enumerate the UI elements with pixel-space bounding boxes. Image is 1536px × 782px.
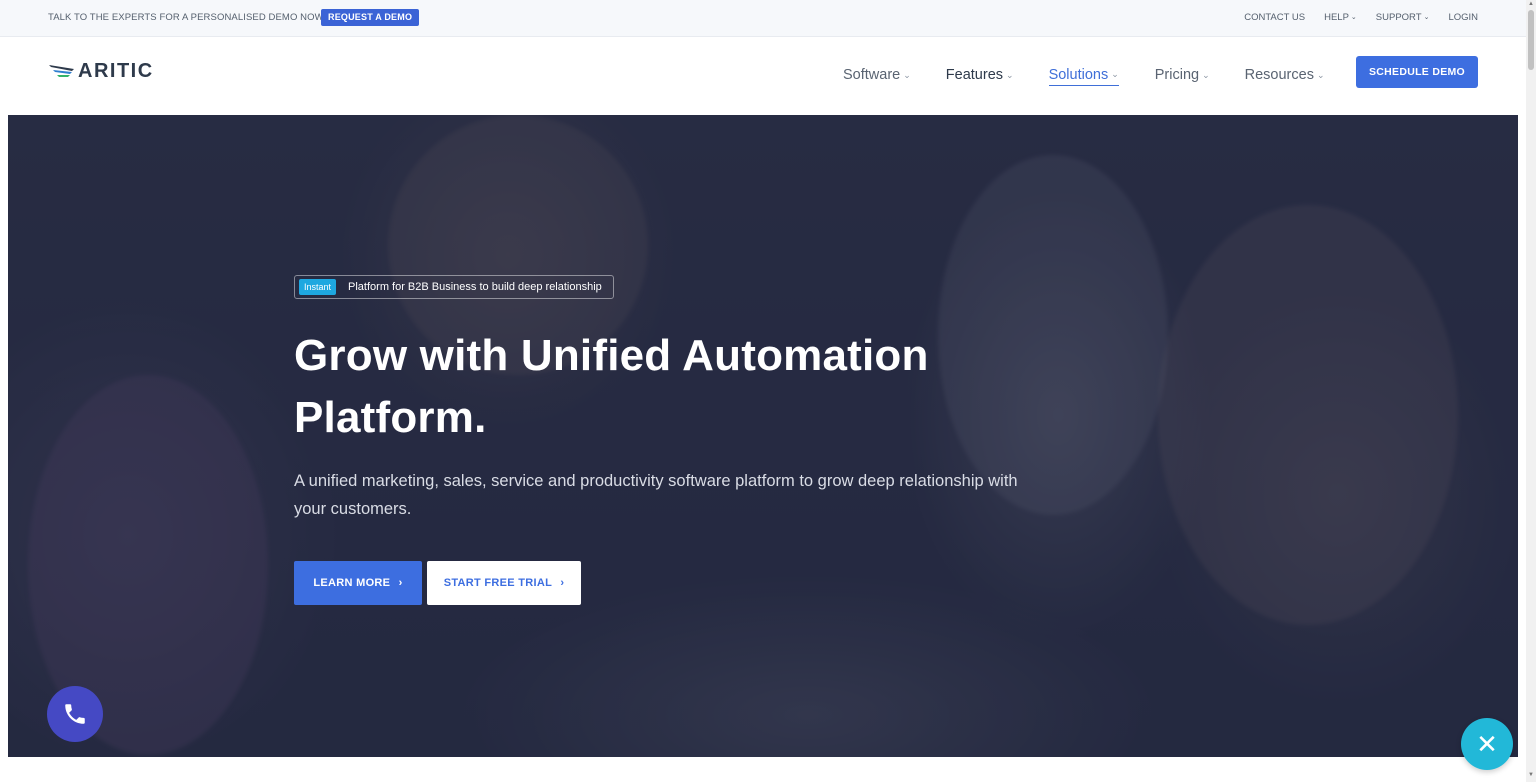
scroll-down-icon[interactable]: ▼ xyxy=(1528,772,1534,778)
hero-section: Instant Platform for B2B Business to bui… xyxy=(8,115,1518,757)
nav-item-features[interactable]: Features ⌄ xyxy=(946,64,1014,86)
chevron-down-icon: ⌄ xyxy=(903,69,911,80)
nav-item-solutions[interactable]: Solutions ⌄ xyxy=(1048,64,1119,86)
chevron-down-icon: ⌄ xyxy=(1316,69,1325,80)
hero-background-figure xyxy=(1158,205,1458,625)
utility-links: CONTACT US HELP ⌄ SUPPORT ⌄ LOGIN xyxy=(1244,12,1478,23)
nav-label: Resources xyxy=(1244,67,1314,83)
main-navbar: ARITIC Software ⌄ Features ⌄ Solutions ⌄ Pr… xyxy=(0,37,1536,115)
chevron-down-icon: ⌄ xyxy=(1350,14,1357,21)
logo[interactable]: ARITIC xyxy=(48,60,154,83)
chat-close-button[interactable]: ✕ xyxy=(1461,718,1513,770)
chevron-right-icon: › xyxy=(398,577,403,589)
chevron-down-icon: ⌄ xyxy=(1202,69,1210,80)
logo-wing-icon xyxy=(48,61,76,83)
chevron-right-icon: › xyxy=(560,577,565,589)
hero-title: Grow with Unified Automation Platform. xyxy=(294,325,1014,449)
hero-title-line: Platform. xyxy=(294,393,487,442)
button-label: START FREE TRIAL xyxy=(443,577,552,589)
button-label: LEARN MORE xyxy=(313,577,391,589)
schedule-demo-button[interactable]: SCHEDULE DEMO xyxy=(1356,56,1478,88)
login-link[interactable]: LOGIN xyxy=(1448,12,1478,23)
nav-item-software[interactable]: Software ⌄ xyxy=(843,64,911,86)
help-label: HELP xyxy=(1324,12,1349,23)
support-label: SUPPORT xyxy=(1375,12,1422,23)
phone-icon xyxy=(65,704,85,724)
chevron-down-icon: ⌄ xyxy=(1423,14,1430,21)
chevron-down-icon: ⌄ xyxy=(1111,69,1119,79)
nav-label: Features xyxy=(945,67,1004,83)
instant-badge: Instant xyxy=(299,279,337,295)
scrollbar-thumb[interactable] xyxy=(1528,10,1534,70)
support-menu[interactable]: SUPPORT ⌄ xyxy=(1376,12,1430,23)
scroll-up-icon[interactable]: ▲ xyxy=(1528,1,1534,7)
nav-item-pricing[interactable]: Pricing ⌄ xyxy=(1155,64,1210,86)
start-free-trial-button[interactable]: START FREE TRIAL › xyxy=(427,561,581,605)
hero-subtitle: A unified marketing, sales, service and … xyxy=(294,472,1018,518)
hero-actions: LEARN MORE › START FREE TRIAL › xyxy=(294,561,1034,605)
nav-label: Software xyxy=(843,67,901,83)
hero-content: Instant Platform for B2B Business to bui… xyxy=(294,275,1034,605)
logo-wordmark: ARITIC xyxy=(78,60,154,82)
request-demo-button[interactable]: REQUEST A DEMO xyxy=(321,9,420,26)
utility-bar: TALK TO THE EXPERTS FOR A PERSONALISED D… xyxy=(0,0,1536,37)
learn-more-button[interactable]: LEARN MORE › xyxy=(294,561,422,605)
help-menu[interactable]: HELP ⌄ xyxy=(1324,12,1357,23)
page-scrollbar[interactable]: ▲ ▼ xyxy=(1526,0,1536,782)
promo-text: TALK TO THE EXPERTS FOR A PERSONALISED D… xyxy=(48,12,327,23)
primary-nav: Software ⌄ Features ⌄ Solutions ⌄ Pricing ⌄ … xyxy=(843,64,1325,86)
tagline-pill: Instant Platform for B2B Business to bui… xyxy=(294,275,614,299)
chevron-down-icon: ⌄ xyxy=(1006,69,1014,80)
nav-label: Solutions xyxy=(1048,66,1109,83)
nav-label: Pricing xyxy=(1154,67,1200,83)
tagline-text: Platform for B2B Business to build deep … xyxy=(348,281,602,293)
close-icon: ✕ xyxy=(1476,728,1498,759)
hero-title-line: Grow with Unified Automation xyxy=(294,331,929,380)
nav-item-resources[interactable]: Resources ⌄ xyxy=(1245,64,1325,86)
call-button[interactable] xyxy=(47,686,103,742)
contact-us-link[interactable]: CONTACT US xyxy=(1244,12,1305,23)
